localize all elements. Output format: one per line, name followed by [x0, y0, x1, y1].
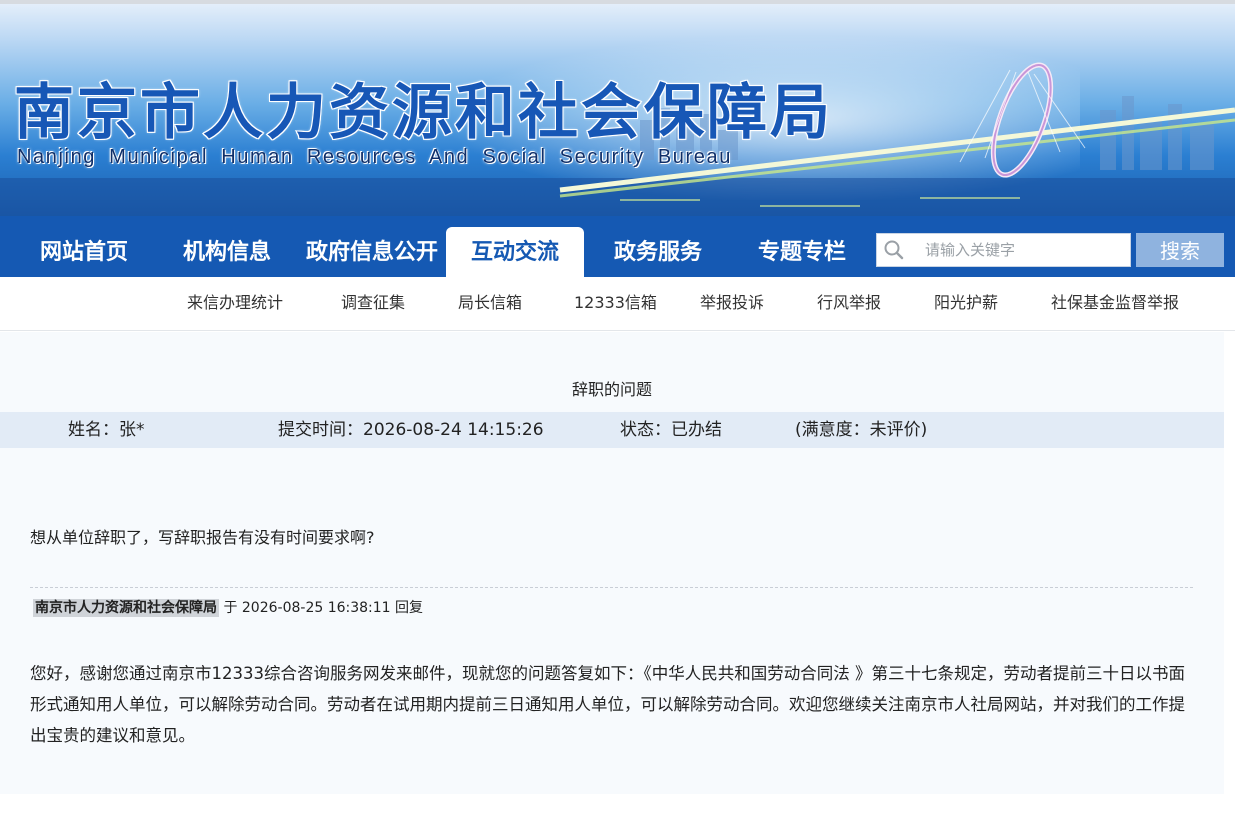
letter-title: 辞职的问题	[571, 380, 652, 399]
subnav-item-12333-mailbox[interactable]: 12333信箱	[574, 277, 657, 329]
letter-submit-time: 提交时间：2026-08-24 14:15:26	[278, 420, 544, 440]
site-banner: 南京市人力资源和社会保障局 Nanjing Municipal Human Re…	[0, 0, 1235, 216]
subnav-item-director-mailbox[interactable]: 局长信箱	[458, 277, 522, 329]
nav-item-org-info[interactable]: 机构信息	[163, 216, 291, 277]
letter-meta-bar: 姓名：张* 提交时间：2026-08-24 14:15:26 状态：已办结 (满…	[0, 412, 1224, 448]
letter-detail: 辞职的问题 姓名：张* 提交时间：2026-08-24 14:15:26 状态：…	[0, 332, 1224, 794]
search-input[interactable]	[923, 238, 1123, 262]
nav-item-gov-info-disclosure[interactable]: 政府信息公开	[300, 216, 444, 277]
search-icon	[884, 240, 904, 260]
reply-divider	[30, 587, 1193, 588]
search-box	[876, 233, 1131, 267]
subnav-item-letter-stats[interactable]: 来信办理统计	[187, 277, 283, 329]
nav-item-special-topics[interactable]: 专题专栏	[738, 216, 866, 277]
subnav-item-survey[interactable]: 调查征集	[341, 277, 405, 329]
subnav-item-fund-supervision[interactable]: 社保基金监督举报	[1051, 277, 1179, 329]
site-title-en: Nanjing Municipal Human Resources And So…	[17, 146, 732, 168]
nav-item-home[interactable]: 网站首页	[20, 216, 148, 277]
letter-satisfaction: (满意度：未评价)	[795, 420, 928, 440]
reply-answer: 您好，感谢您通过南京市12333综合咨询服务网发来邮件，现就您的问题答复如下：《…	[30, 664, 1185, 745]
subnav-item-wage-protection[interactable]: 阳光护薪	[934, 277, 998, 329]
reply-header: 南京市人力资源和社会保障局 于 2026-08-25 16:38:11 回复	[33, 597, 423, 617]
nav-item-interaction[interactable]: 互动交流	[446, 227, 584, 277]
nav-item-gov-services[interactable]: 政务服务	[594, 216, 722, 277]
sub-nav: 来信办理统计 调查征集 局长信箱 12333信箱 举报投诉 行风举报 阳光护薪 …	[0, 277, 1235, 331]
subnav-item-complaints[interactable]: 举报投诉	[700, 277, 764, 329]
letter-name: 姓名：张*	[68, 420, 145, 440]
reply-org: 南京市人力资源和社会保障局	[33, 599, 219, 617]
letter-status: 状态：已办结	[620, 420, 722, 440]
letter-question: 想从单位辞职了，写辞职报告有没有时间要求啊?	[30, 528, 375, 547]
search-button[interactable]: 搜索	[1136, 233, 1224, 267]
reply-meta: 于 2026-08-25 16:38:11 回复	[219, 600, 424, 616]
site-title-cn: 南京市人力资源和社会保障局	[13, 77, 833, 149]
subnav-item-conduct-report[interactable]: 行风举报	[817, 277, 881, 329]
